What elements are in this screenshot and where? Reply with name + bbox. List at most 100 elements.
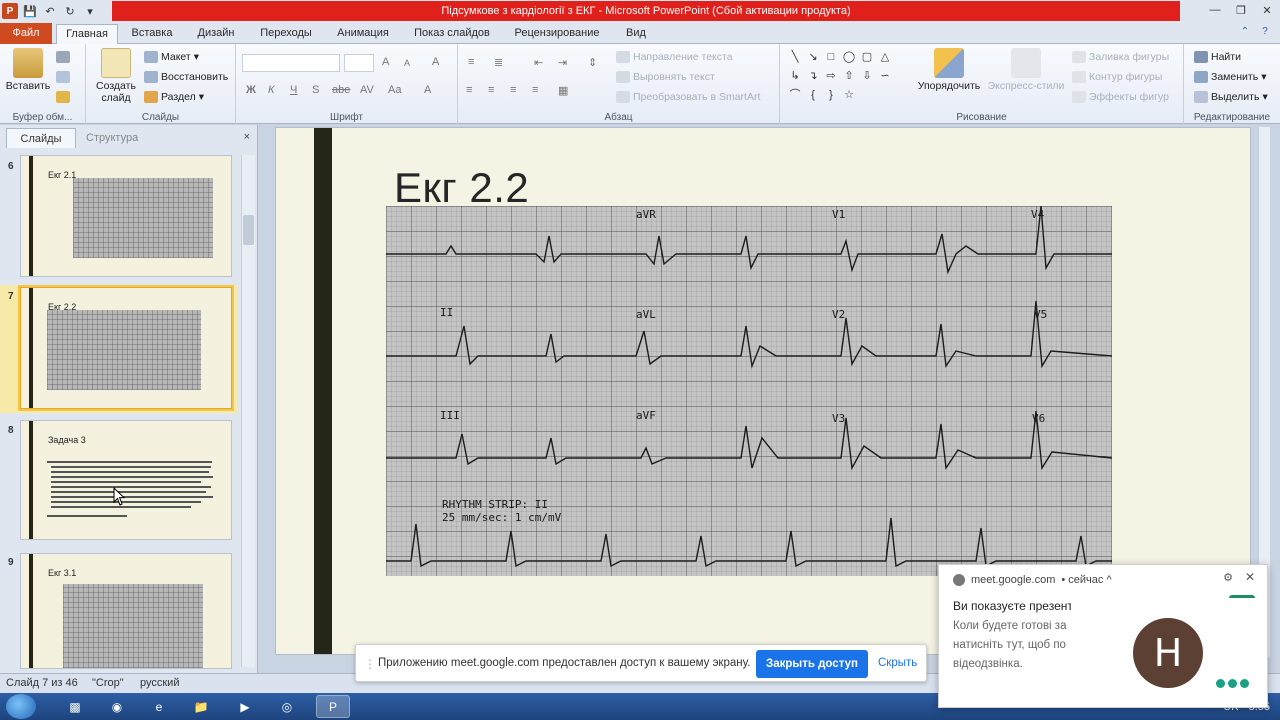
customize-qat-icon[interactable]: ▾ bbox=[82, 3, 98, 19]
align-center-button[interactable]: ≡ bbox=[488, 84, 494, 96]
down-arrow-shape-icon[interactable]: ⇩ bbox=[860, 69, 874, 83]
italic-button[interactable]: К bbox=[268, 84, 274, 96]
slide-thumbnail-7[interactable]: Екг 2.2 bbox=[18, 285, 234, 411]
hide-button[interactable]: Скрыть bbox=[878, 657, 917, 669]
find-button[interactable]: Найти bbox=[1194, 48, 1241, 66]
shrink-font-button[interactable]: A bbox=[404, 58, 410, 68]
close-icon[interactable]: × bbox=[244, 131, 250, 143]
shadow-button[interactable]: S bbox=[312, 84, 319, 96]
arc-shape-icon[interactable]: ⌒ bbox=[788, 88, 802, 102]
strikethrough-button[interactable]: abe bbox=[332, 84, 350, 96]
font-size-combo[interactable] bbox=[344, 54, 374, 72]
powerpoint-logo-icon[interactable]: P bbox=[2, 3, 18, 19]
save-icon[interactable]: 💾 bbox=[22, 3, 38, 19]
ecg-image[interactable]: aVR V1 V4 II aVL V2 V5 III aVF V3 V6 RHY… bbox=[386, 206, 1112, 576]
elbow-shape-icon[interactable]: ↳ bbox=[788, 69, 802, 83]
layout-button[interactable]: Макет ▾ bbox=[144, 48, 199, 66]
cut-button[interactable] bbox=[56, 48, 70, 66]
star-shape-icon[interactable]: ☆ bbox=[842, 88, 856, 102]
tab-slides[interactable]: Слайды bbox=[6, 128, 76, 148]
show-desktop-icon[interactable]: ▩ bbox=[58, 695, 92, 718]
drag-handle-icon[interactable]: ⋮ bbox=[364, 657, 376, 671]
line-shape-icon[interactable]: ╲ bbox=[788, 50, 802, 64]
shapes-gallery[interactable]: ╲ ↘ □ ◯ ▢ △ ↳ ↴ ⇨ ⇧ ⇩ ∽ ⌒ { } ☆ bbox=[788, 50, 896, 102]
media-player-icon[interactable]: ▶ bbox=[228, 695, 262, 718]
bullets-button[interactable]: ≡ bbox=[468, 56, 474, 68]
tab-slideshow[interactable]: Показ слайдов bbox=[406, 24, 498, 44]
right-arrow-shape-icon[interactable]: ⇨ bbox=[824, 69, 838, 83]
char-spacing-button[interactable]: AV bbox=[360, 84, 374, 96]
increase-indent-button[interactable]: ⇥ bbox=[558, 56, 567, 69]
slide-thumbnail-9[interactable]: Екг 3.1 bbox=[20, 553, 232, 669]
section-button[interactable]: Раздел ▾ bbox=[144, 88, 204, 106]
tab-outline[interactable]: Структура bbox=[86, 128, 138, 148]
columns-button[interactable]: ▦ bbox=[558, 84, 568, 97]
numbering-button[interactable]: ≣ bbox=[494, 56, 503, 69]
brace-left-shape-icon[interactable]: { bbox=[806, 88, 820, 102]
tab-design[interactable]: Дизайн bbox=[188, 24, 244, 44]
align-text-button[interactable]: Выровнять текст bbox=[616, 68, 715, 86]
slide-thumbnail-6[interactable]: Екг 2.1 bbox=[20, 155, 232, 277]
close-icon[interactable]: ✕ bbox=[1245, 570, 1255, 584]
slide-title[interactable]: Екг 2.2 bbox=[394, 164, 529, 212]
bold-button[interactable]: Ж bbox=[246, 84, 256, 96]
align-left-button[interactable]: ≡ bbox=[466, 84, 472, 96]
tab-insert[interactable]: Вставка bbox=[124, 24, 180, 44]
help-icon[interactable]: ? bbox=[1258, 25, 1272, 39]
change-case-button[interactable]: Aa bbox=[388, 84, 401, 96]
undo-icon[interactable]: ↶ bbox=[42, 3, 58, 19]
text-direction-button[interactable]: Направление текста bbox=[616, 48, 733, 66]
scrollbar-thumb[interactable] bbox=[243, 215, 254, 245]
underline-button[interactable]: Ч bbox=[290, 84, 297, 96]
paste-button[interactable]: Вставить bbox=[4, 48, 52, 92]
font-color-button[interactable]: A bbox=[424, 84, 431, 96]
internet-explorer-icon[interactable]: e bbox=[142, 695, 176, 718]
reset-button[interactable]: Восстановить bbox=[144, 68, 228, 86]
minimize-icon[interactable]: — bbox=[1202, 0, 1228, 20]
chrome-icon[interactable]: ◎ bbox=[270, 695, 304, 718]
font-name-combo[interactable] bbox=[242, 54, 340, 72]
start-button-icon[interactable] bbox=[6, 694, 36, 719]
smartart-button[interactable]: Преобразовать в SmartArt bbox=[616, 88, 760, 106]
gear-icon[interactable]: ⚙ bbox=[1223, 571, 1233, 584]
select-button[interactable]: Выделить ▾ bbox=[1194, 88, 1268, 106]
up-arrow-shape-icon[interactable]: ⇧ bbox=[842, 69, 856, 83]
tab-file[interactable]: Файл bbox=[0, 23, 52, 44]
decrease-indent-button[interactable]: ⇤ bbox=[534, 56, 543, 69]
shape-effects-button[interactable]: Эффекты фигур bbox=[1072, 88, 1169, 106]
restore-icon[interactable]: ❐ bbox=[1228, 0, 1254, 20]
shape-outline-button[interactable]: Контур фигуры bbox=[1072, 68, 1162, 86]
replace-button[interactable]: Заменить ▾ bbox=[1194, 68, 1266, 86]
shape-fill-button[interactable]: Заливка фигуры bbox=[1072, 48, 1169, 66]
tab-home[interactable]: Главная bbox=[56, 24, 118, 44]
slide-thumbnail-8[interactable]: Задача 3 bbox=[20, 420, 232, 540]
tab-review[interactable]: Рецензирование bbox=[506, 24, 608, 44]
grow-font-button[interactable]: A bbox=[382, 56, 389, 68]
arrange-button[interactable]: Упорядочить bbox=[914, 48, 984, 92]
tab-animation[interactable]: Анимация bbox=[328, 24, 398, 44]
connector-shape-icon[interactable]: ↴ bbox=[806, 69, 820, 83]
panel-scrollbar[interactable] bbox=[241, 155, 255, 667]
justify-button[interactable]: ≡ bbox=[532, 84, 538, 96]
file-explorer-icon[interactable]: 📁 bbox=[184, 695, 218, 718]
participant-tile[interactable]: H bbox=[1071, 598, 1267, 706]
oval-shape-icon[interactable]: ◯ bbox=[842, 50, 856, 64]
close-icon[interactable]: ✕ bbox=[1254, 0, 1280, 20]
rectangle-shape-icon[interactable]: □ bbox=[824, 50, 838, 64]
clear-format-button[interactable]: A bbox=[432, 56, 439, 68]
tab-view[interactable]: Вид bbox=[616, 24, 656, 44]
stop-sharing-button[interactable]: Закрыть доступ bbox=[756, 650, 868, 678]
powerpoint-taskbar-icon[interactable]: P bbox=[316, 695, 350, 718]
quick-styles-button[interactable]: Экспресс-стили bbox=[986, 48, 1066, 92]
format-painter-button[interactable] bbox=[56, 88, 70, 106]
curve-shape-icon[interactable]: ∽ bbox=[878, 69, 892, 83]
new-slide-button[interactable]: Создать слайд bbox=[92, 48, 140, 104]
align-right-button[interactable]: ≡ bbox=[510, 84, 516, 96]
tab-transitions[interactable]: Переходы bbox=[252, 24, 320, 44]
brace-right-shape-icon[interactable]: } bbox=[824, 88, 838, 102]
firefox-icon[interactable]: ◉ bbox=[100, 695, 134, 718]
arrow-line-shape-icon[interactable]: ↘ bbox=[806, 50, 820, 64]
redo-icon[interactable]: ↻ bbox=[62, 3, 78, 19]
collapse-ribbon-icon[interactable]: ⌃ bbox=[1238, 25, 1252, 39]
copy-button[interactable] bbox=[56, 68, 70, 86]
